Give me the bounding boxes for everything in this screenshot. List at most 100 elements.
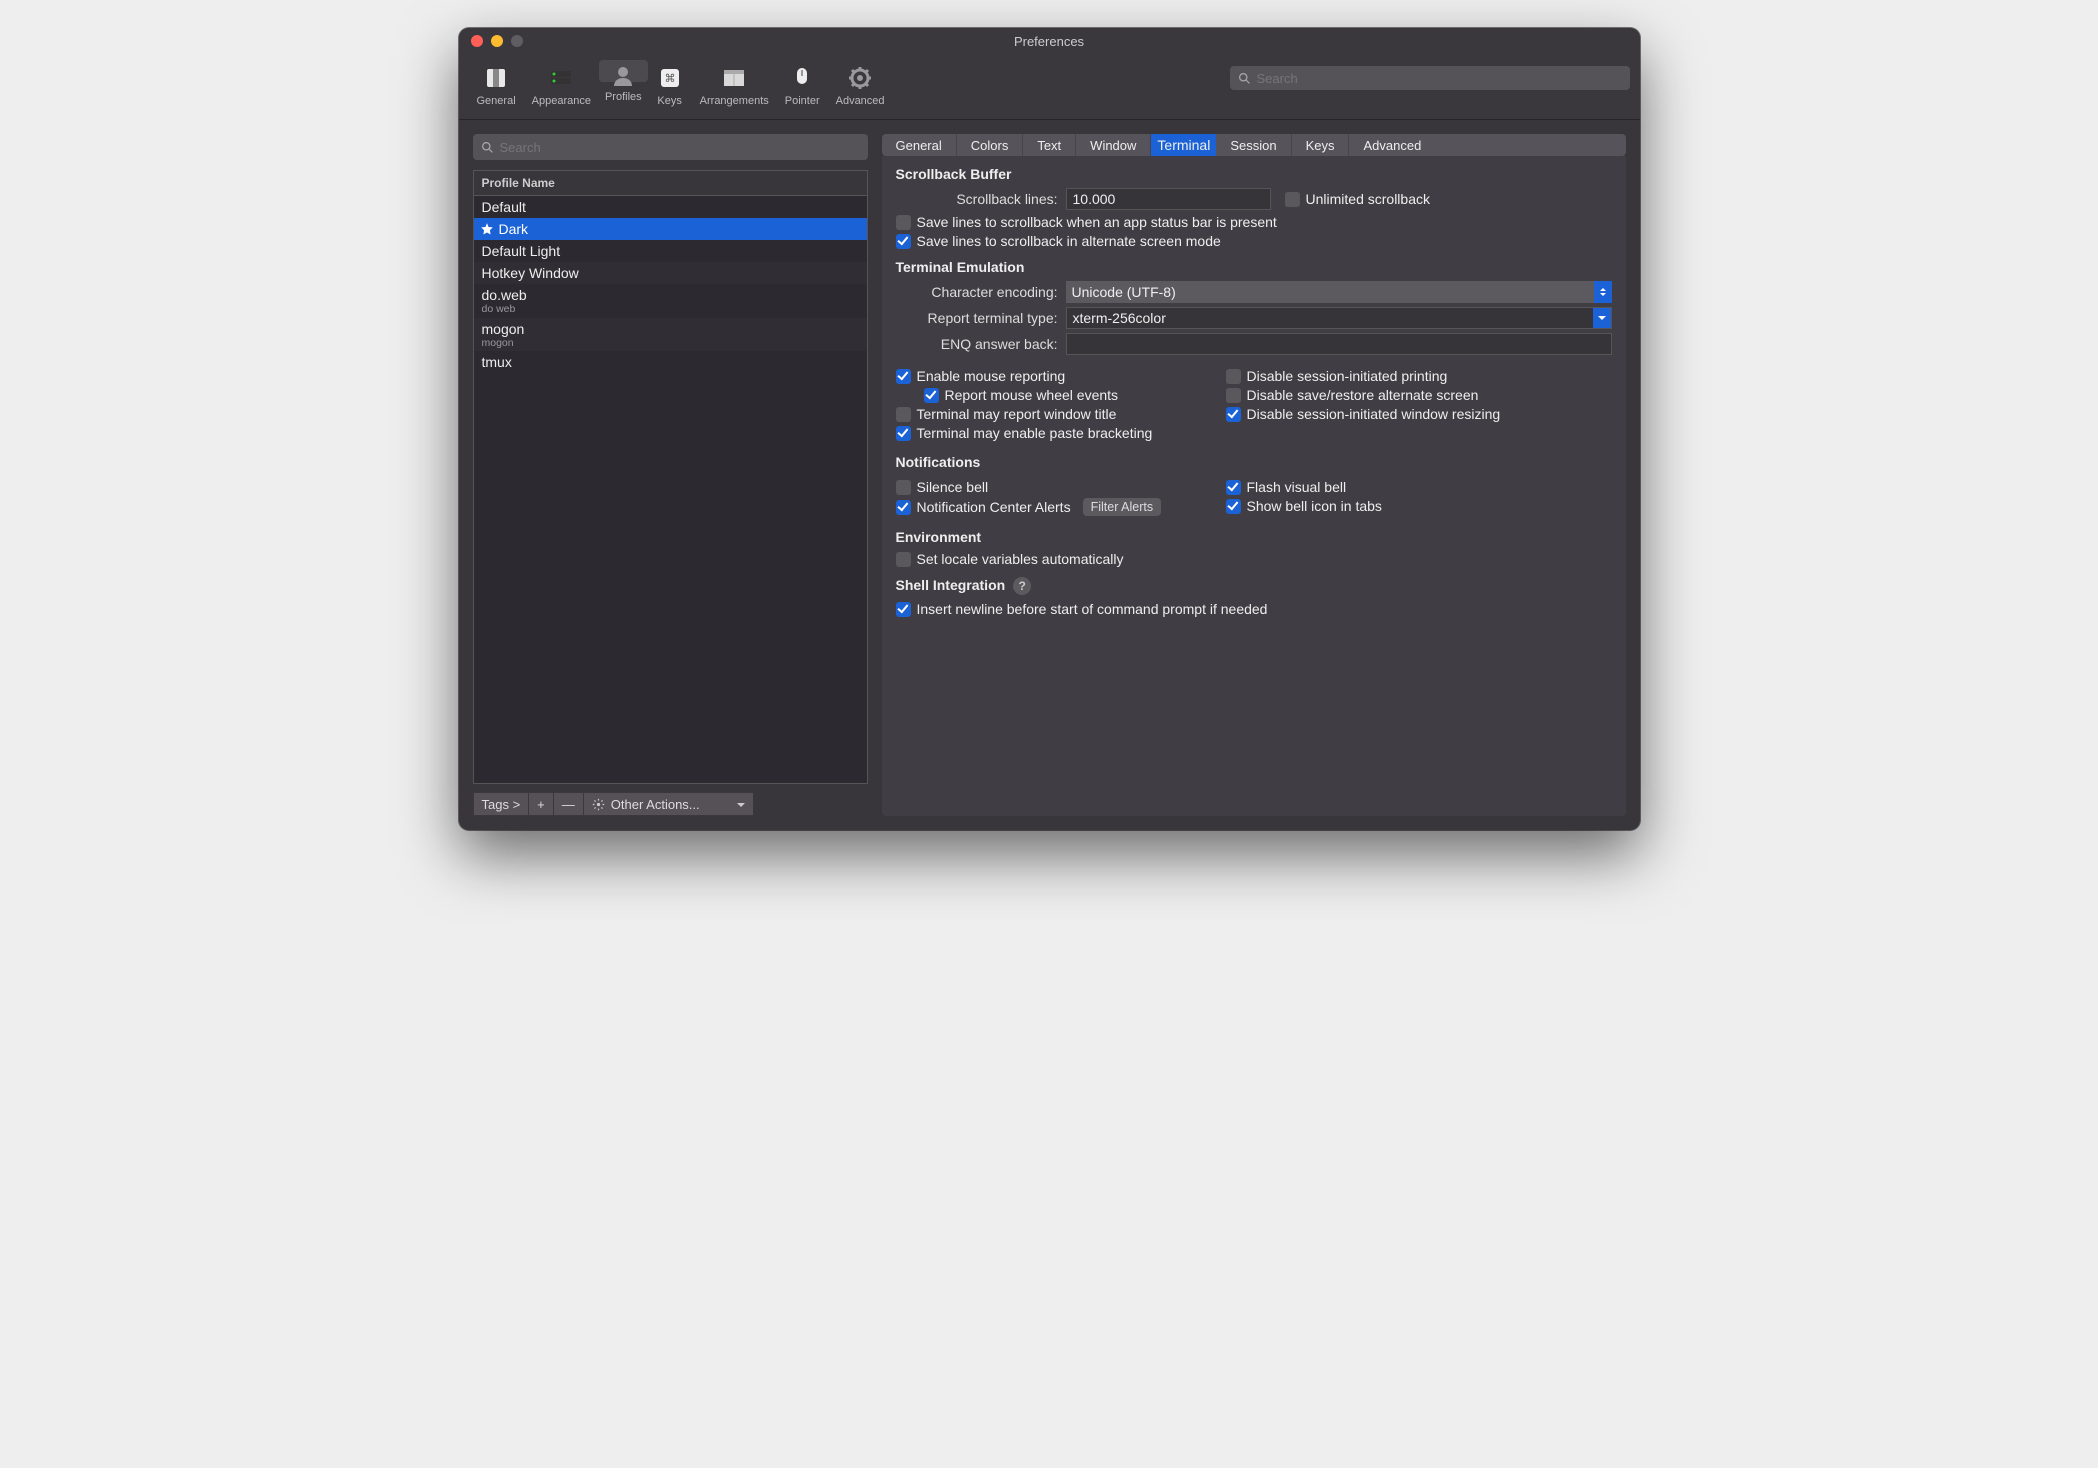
titlebar: Preferences (459, 28, 1640, 54)
toolbar-appearance[interactable]: Appearance (524, 60, 599, 111)
report-title-check[interactable]: Terminal may report window title (896, 406, 1206, 422)
toolbar-keys[interactable]: ⌘ Keys (648, 60, 692, 111)
profile-row[interactable]: do.webdo web (474, 284, 867, 318)
flash-bell-label: Flash visual bell (1247, 479, 1347, 495)
disable-resize-label: Disable session-initiated window resizin… (1247, 406, 1501, 422)
profile-row[interactable]: tmux (474, 351, 867, 373)
bell-icon-check[interactable]: Show bell icon in tabs (1226, 498, 1612, 514)
report-title-label: Terminal may report window title (917, 406, 1117, 422)
toolbar-general[interactable]: General (469, 60, 524, 111)
disable-print-check[interactable]: Disable session-initiated printing (1226, 368, 1612, 384)
checkbox-icon (896, 552, 911, 567)
silence-bell-check[interactable]: Silence bell (896, 479, 1206, 495)
scrollback-heading: Scrollback Buffer (896, 166, 1612, 182)
tab-general[interactable]: General (882, 134, 957, 156)
save-statusbar-label: Save lines to scrollback when an app sta… (917, 214, 1277, 230)
toolbar-pointer[interactable]: Pointer (777, 60, 828, 111)
toolbar-profiles[interactable]: Profiles (599, 60, 648, 82)
help-icon[interactable]: ? (1013, 577, 1031, 595)
tab-colors[interactable]: Colors (957, 134, 1024, 156)
general-icon (482, 64, 510, 92)
checkbox-icon (896, 407, 911, 422)
search-icon (481, 141, 494, 154)
save-statusbar-check[interactable]: Save lines to scrollback when an app sta… (896, 214, 1612, 230)
notifications-heading: Notifications (896, 454, 1612, 470)
add-profile-button[interactable]: + (529, 792, 554, 816)
enq-input[interactable] (1066, 333, 1612, 355)
disable-altscr-check[interactable]: Disable save/restore alternate screen (1226, 387, 1612, 403)
profile-row[interactable]: mogonmogon (474, 318, 867, 352)
tab-keys[interactable]: Keys (1292, 134, 1350, 156)
report-type-combo[interactable]: xterm-256color (1066, 307, 1612, 329)
checkbox-icon (896, 602, 911, 617)
profile-name: Hotkey Window (482, 265, 579, 281)
profile-list-header[interactable]: Profile Name (473, 170, 868, 195)
toolbar-search-input[interactable] (1257, 71, 1622, 86)
disable-print-label: Disable session-initiated printing (1247, 368, 1448, 384)
scrollback-lines-input[interactable] (1066, 188, 1271, 210)
environment-heading: Environment (896, 529, 1612, 545)
checkbox-icon (896, 426, 911, 441)
mouse-wheel-check[interactable]: Report mouse wheel events (924, 387, 1206, 403)
tab-text[interactable]: Text (1023, 134, 1076, 156)
remove-profile-button[interactable]: — (554, 792, 584, 816)
filter-alerts-button[interactable]: Filter Alerts (1083, 498, 1162, 516)
other-actions-button[interactable]: Other Actions... (584, 792, 754, 816)
toolbar-search[interactable] (1230, 66, 1630, 90)
unlimited-scrollback-check[interactable]: Unlimited scrollback (1285, 191, 1430, 207)
save-altscreen-check[interactable]: Save lines to scrollback in alternate sc… (896, 233, 1612, 249)
profile-bottombar: Tags > + — Other Actions... (473, 792, 868, 816)
checkbox-icon (896, 234, 911, 249)
appearance-icon (547, 64, 575, 92)
checkbox-icon (1226, 499, 1241, 514)
tab-session[interactable]: Session (1216, 134, 1291, 156)
profile-search-input[interactable] (500, 140, 860, 155)
tab-terminal[interactable]: Terminal (1151, 134, 1216, 156)
encoding-label: Character encoding: (896, 284, 1066, 300)
profiles-icon (609, 62, 637, 88)
preferences-window: Preferences General AppearanceProfiles ⌘ Ke… (459, 28, 1640, 830)
tags-button[interactable]: Tags > (473, 792, 530, 816)
toolbar-arrangements[interactable]: Arrangements (692, 60, 777, 111)
mouse-reporting-check[interactable]: Enable mouse reporting (896, 368, 1206, 384)
terminal-panel: Scrollback Buffer Scrollback lines: Unli… (882, 156, 1626, 816)
profile-row[interactable]: Default (474, 196, 867, 218)
profile-sub: do web (482, 304, 527, 315)
profile-name: mogon (482, 321, 525, 337)
shell-newline-check[interactable]: Insert newline before start of command p… (896, 601, 1612, 617)
locale-label: Set locale variables automatically (917, 551, 1124, 567)
nc-alerts-label: Notification Center Alerts (917, 499, 1071, 515)
paste-bracket-check[interactable]: Terminal may enable paste bracketing (896, 425, 1206, 441)
nc-alerts-check[interactable]: Notification Center Alerts Filter Alerts (896, 498, 1206, 516)
toolbar-label: General (477, 95, 516, 107)
star-icon (480, 222, 494, 236)
profile-row[interactable]: Hotkey Window (474, 262, 867, 284)
pointer-icon (788, 64, 816, 92)
profile-row[interactable]: Default Light (474, 240, 867, 262)
checkbox-icon (1226, 480, 1241, 495)
locale-check[interactable]: Set locale variables automatically (896, 551, 1612, 567)
toolbar-advanced[interactable]: Advanced (828, 60, 893, 111)
silence-bell-label: Silence bell (917, 479, 989, 495)
profile-search[interactable] (473, 134, 868, 160)
tab-window[interactable]: Window (1076, 134, 1151, 156)
encoding-select[interactable]: Unicode (UTF-8) (1066, 281, 1612, 303)
profile-row[interactable]: Dark (474, 218, 867, 240)
bell-icon-label: Show bell icon in tabs (1247, 498, 1382, 514)
updown-icon (1594, 281, 1612, 303)
tab-advanced[interactable]: Advanced (1349, 134, 1435, 156)
toolbar: General AppearanceProfiles ⌘ Keys Arrangemen… (459, 54, 1640, 120)
disable-resize-check[interactable]: Disable session-initiated window resizin… (1226, 406, 1612, 422)
keys-icon: ⌘ (656, 64, 684, 92)
profile-list: Default Dark Default Light Hotkey Window do.… (473, 195, 868, 784)
window-title: Preferences (459, 34, 1640, 49)
scrollback-lines-label: Scrollback lines: (896, 191, 1066, 207)
flash-bell-check[interactable]: Flash visual bell (1226, 479, 1612, 495)
profile-sidebar: Profile Name Default Dark Default Light Hot… (473, 134, 868, 816)
gear-icon (592, 798, 605, 811)
profile-name: do.web (482, 287, 527, 303)
profile-name: Dark (499, 221, 529, 237)
checkbox-icon (1226, 388, 1241, 403)
shell-newline-label: Insert newline before start of command p… (917, 601, 1268, 617)
toolbar-label: Keys (657, 95, 681, 107)
